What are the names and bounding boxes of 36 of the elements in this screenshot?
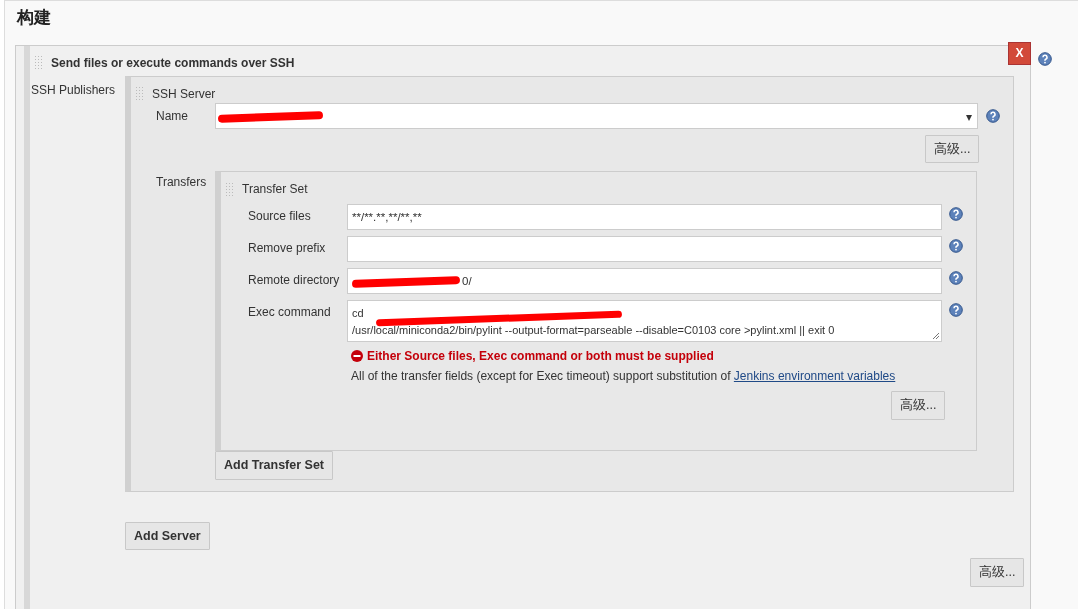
- error-message: Either Source files, Exec command or both must be supplied: [367, 348, 714, 366]
- add-server-button[interactable]: Add Server: [125, 521, 210, 551]
- exec-command-field[interactable]: cd /usr/local/miniconda2/bin/pylint --output-format=parseable --disable=C0103 core >pylint.xml || exit 0: [347, 300, 942, 343]
- field-label: Name: [156, 107, 189, 125]
- text-field[interactable]: **/**.**,**/**,**: [347, 204, 942, 231]
- delete-button[interactable]: X: [1008, 41, 1031, 65]
- transfer-set-title: Transfer Set: [242, 181, 308, 199]
- field-label: Remove prefix: [248, 240, 327, 258]
- field-label: Exec command: [248, 304, 332, 322]
- add-transfer-set-button[interactable]: Add Transfer Set: [215, 451, 334, 480]
- code-line: /usr/local/miniconda2/bin/pylint --output-format=parseable --disable=C0103 core >pylint.xml || exit 0: [352, 323, 835, 339]
- code-line: cd: [352, 306, 364, 322]
- text-field[interactable]: [347, 236, 942, 263]
- section-heading: 构建: [17, 7, 52, 29]
- caret-icon: ▾: [966, 107, 972, 126]
- hint-text: All of the transfer fields (except for Exec timeout) support substitution of Jenkins environment variables: [350, 368, 897, 386]
- advanced-button[interactable]: 高级...: [925, 134, 980, 164]
- help-icon[interactable]: [949, 207, 963, 222]
- text-field[interactable]: 0/: [347, 268, 942, 295]
- step-title: Send files or execute commands over SSH: [51, 54, 295, 72]
- error-icon: [351, 350, 363, 363]
- help-icon[interactable]: [1038, 51, 1052, 66]
- advanced-button[interactable]: 高级...: [970, 558, 1025, 587]
- name-select[interactable]: ▾: [215, 102, 978, 129]
- field-label: Source files: [248, 208, 312, 226]
- field-label: Transfers: [156, 174, 208, 192]
- env-variables-link[interactable]: Jenkins environment variables: [733, 369, 896, 384]
- resize-grip-icon[interactable]: [931, 331, 940, 341]
- field-label: SSH Publishers: [30, 81, 116, 99]
- server-title: SSH Server: [152, 85, 216, 103]
- advanced-button[interactable]: 高级...: [891, 391, 946, 420]
- help-icon[interactable]: [949, 303, 963, 318]
- help-icon[interactable]: [986, 108, 1000, 123]
- field-label: Remote directory: [248, 272, 341, 290]
- help-icon[interactable]: [949, 239, 963, 254]
- help-icon[interactable]: [949, 271, 963, 286]
